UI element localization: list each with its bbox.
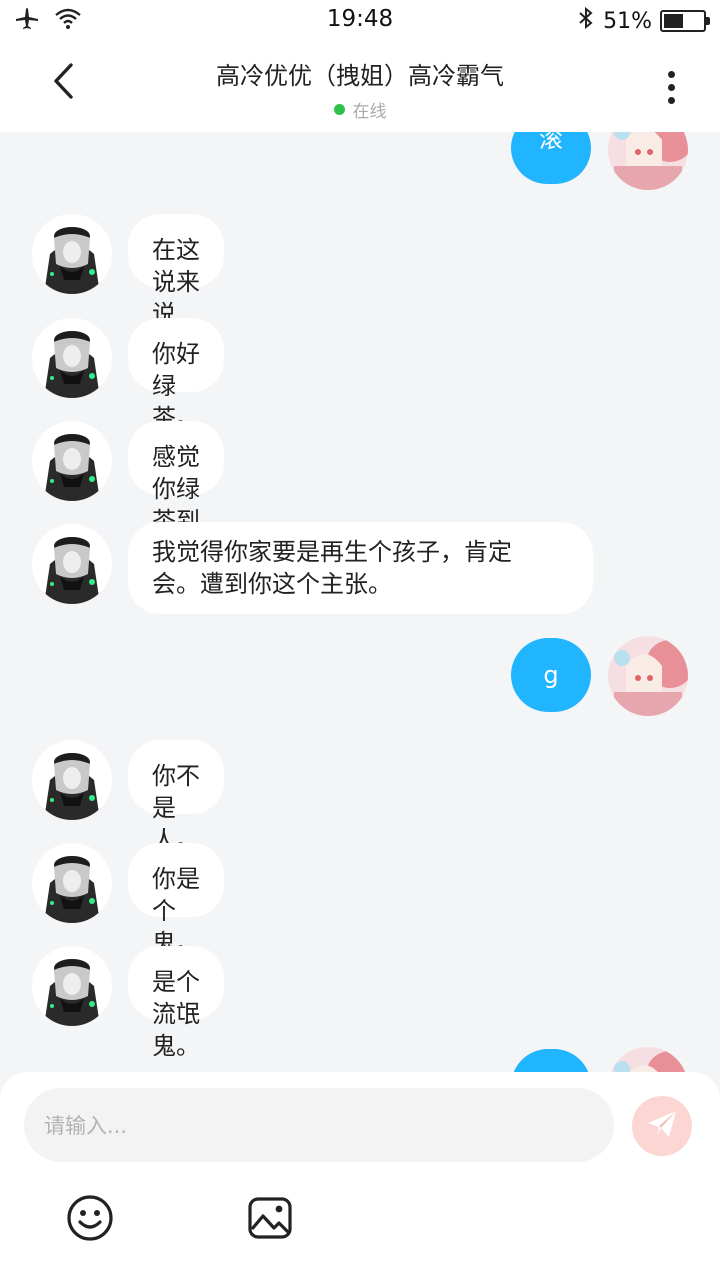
emoji-button[interactable] — [66, 1194, 114, 1242]
message-bubble-outgoing[interactable]: 滚 — [511, 132, 591, 184]
message-bubble-incoming[interactable]: 我觉得你家要是再生个孩子，肯定 会。遭到你这个主张。 — [128, 522, 593, 614]
message-input-placeholder: 请输入... — [44, 1114, 128, 1138]
more-vertical-icon-dot — [667, 70, 675, 78]
message-text: 你不是人。 — [152, 762, 200, 854]
composer: 请输入... — [0, 1072, 720, 1280]
message-text: 你是个鬼。 — [152, 865, 200, 957]
message-bubble-incoming[interactable]: 你是个鬼。 — [128, 843, 224, 957]
smiley-icon — [66, 1195, 114, 1246]
message-text: 滚 — [539, 132, 563, 153]
message-text: g — [543, 661, 559, 689]
image-icon — [246, 1197, 294, 1246]
avatar-contact[interactable] — [32, 946, 112, 1026]
avatar-contact[interactable] — [32, 843, 112, 923]
more-vertical-icon-dot — [667, 96, 675, 104]
chat-title: 高冷优优（拽姐）高冷霸气 — [216, 62, 504, 90]
avatar-contact[interactable] — [32, 214, 112, 294]
status-bar: 19:48 51% — [0, 0, 720, 38]
avatar-self[interactable] — [608, 1047, 688, 1072]
online-dot — [333, 104, 345, 115]
chevron-left-icon — [51, 62, 75, 104]
message-bubble-incoming[interactable]: 你不是人。 — [128, 740, 224, 854]
message-bubble-incoming[interactable]: 感觉你绿茶到家。 — [128, 421, 224, 567]
message-input[interactable]: 请输入... — [24, 1088, 614, 1162]
message-text-line: 我觉得你家要是再生个孩子，肯定 — [152, 538, 512, 566]
battery-icon — [660, 10, 710, 32]
message-bubble-incoming[interactable]: 是个流氓鬼。 — [128, 946, 224, 1060]
message-bubble-incoming[interactable]: 在这说来说去。 — [128, 214, 224, 360]
battery-level — [664, 14, 684, 28]
message-bubble-outgoing[interactable]: g — [511, 638, 591, 712]
battery-percent: 51% — [603, 8, 652, 34]
avatar-contact[interactable] — [32, 318, 112, 398]
avatar-contact[interactable] — [32, 524, 112, 604]
bluetooth-icon — [577, 6, 595, 36]
chat-header: 高冷优优（拽姐）高冷霸气 在线 — [0, 38, 720, 132]
more-options-button[interactable] — [648, 64, 694, 110]
send-button[interactable] — [632, 1096, 692, 1156]
more-vertical-icon-dot — [667, 83, 675, 91]
message-text: 是个流氓鬼。 — [152, 968, 200, 1060]
avatar-contact[interactable] — [32, 421, 112, 501]
avatar-contact[interactable] — [32, 740, 112, 820]
online-status-label: 在线 — [352, 102, 387, 122]
image-button[interactable] — [246, 1194, 294, 1242]
message-list[interactable]: 滚 在这说来说去。 你好绿茶。 感觉你绿茶到家。 — [0, 132, 720, 1072]
message-text: 你好绿茶。 — [152, 340, 200, 432]
avatar-self[interactable] — [608, 132, 688, 190]
online-status: 在线 — [140, 97, 580, 122]
send-icon — [645, 1107, 679, 1145]
message-text-line: 会。遭到你这个主张。 — [152, 570, 392, 598]
message-bubble-outgoing[interactable] — [511, 1049, 591, 1072]
avatar-self[interactable] — [608, 636, 688, 716]
back-button[interactable] — [38, 58, 88, 108]
message-bubble-incoming[interactable]: 你好绿茶。 — [128, 318, 224, 432]
